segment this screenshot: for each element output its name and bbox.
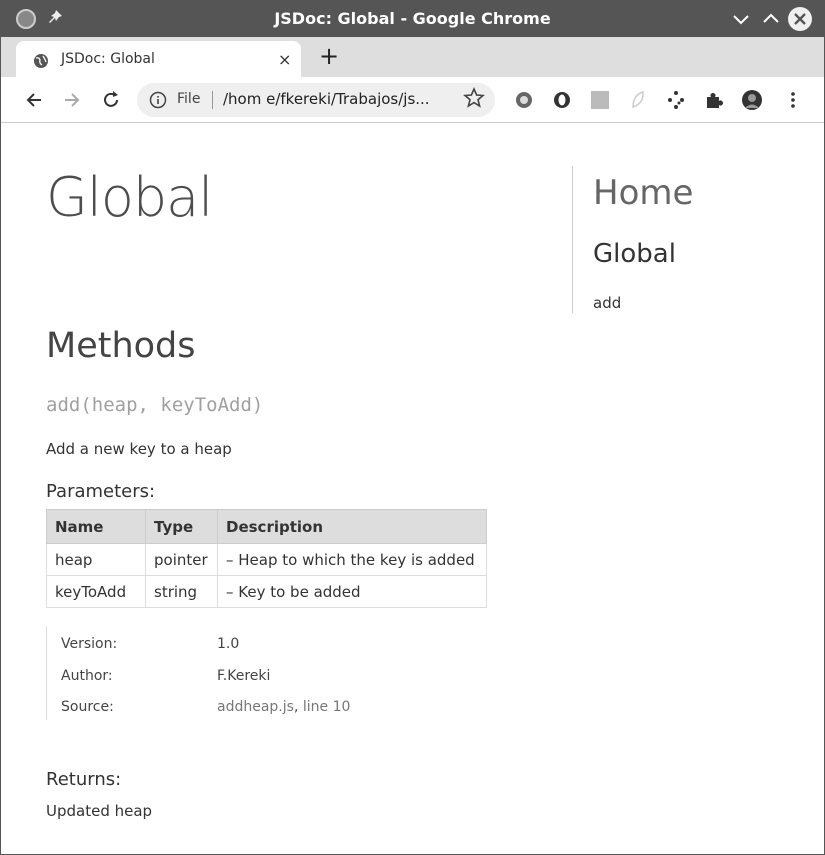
nav-divider [572,166,573,313]
tab-close-icon[interactable]: × [278,50,291,69]
parameters-table: Name Type Description heap pointer – Hea… [46,509,487,608]
profile-avatar[interactable] [741,89,763,111]
version-label: Version: [61,636,118,652]
param-description: – Key to be added [217,575,487,608]
methods-heading: Methods [46,326,196,366]
nav-add-link[interactable]: add [593,294,621,312]
address-bar[interactable]: File /hom e/fkereki/Trabajos/js... [137,83,495,117]
tab-label: JSDoc: Global [61,51,155,67]
param-description: – Heap to which the key is added [217,543,487,576]
param-type: string [145,575,218,608]
tab-jsdoc-global[interactable]: JSDoc: Global × [16,41,301,77]
url-text[interactable]: /hom e/fkereki/Trabajos/js... [223,90,430,108]
table-row: heap pointer – Heap to which the key is … [46,543,487,576]
nav-global-heading: Global [593,239,676,269]
maximize-icon[interactable] [759,7,783,31]
tab-strip: JSDoc: Global × + [1,37,824,77]
extension-square-icon[interactable] [589,89,611,111]
returns-heading: Returns: [46,769,122,790]
author-value: F.Kereki [217,668,271,684]
extension-leaf-icon[interactable] [627,89,649,111]
details-rule [46,626,47,720]
separator [212,91,213,109]
parameters-heading: Parameters: [46,481,156,502]
page-content: Global Home Global add Methods add(heap,… [1,124,824,854]
param-name: keyToAdd [46,575,146,608]
minimize-icon[interactable] [729,7,753,31]
window-title: JSDoc: Global - Google Chrome [274,9,551,28]
browser-window: JSDoc: Global - Google Chrome JSDoc: Glo… [0,0,825,855]
menu-kebab-icon[interactable] [782,89,804,111]
source-line-link[interactable]: line 10 [303,699,351,715]
header-name: Name [46,509,146,544]
globe-icon [34,54,48,68]
forward-icon[interactable] [61,89,83,111]
extension-gear-icon[interactable] [513,89,535,111]
header-type: Type [145,509,218,544]
extension-dots-icon[interactable] [665,89,687,111]
page-title: Global [46,166,213,229]
browser-toolbar: File /hom e/fkereki/Trabajos/js... [1,77,824,123]
table-row: keyToAdd string – Key to be added [46,575,487,608]
new-tab-button[interactable]: + [319,44,339,68]
reload-icon[interactable] [100,89,122,111]
bookmark-star-icon[interactable] [463,87,485,109]
extensions-puzzle-icon[interactable] [703,89,725,111]
method-signature: add(heap, keyToAdd) [46,394,264,416]
info-icon[interactable] [149,91,167,109]
version-value: 1.0 [217,636,240,652]
header-description: Description [217,509,487,544]
param-type: pointer [145,543,218,576]
source-file-link[interactable]: addheap.js [217,699,294,715]
method-description: Add a new key to a heap [46,440,232,458]
file-scheme-label: File [177,91,201,107]
author-label: Author: [61,668,113,684]
nav-home-link[interactable]: Home [593,173,693,213]
source-label: Source: [61,699,114,715]
param-name: heap [46,543,146,576]
returns-description: Updated heap [46,802,153,820]
source-value: addheap.js, line 10 [217,699,351,715]
extension-o-icon[interactable] [551,89,573,111]
back-icon[interactable] [23,89,45,111]
table-header-row: Name Type Description [46,509,487,544]
close-window-icon[interactable] [788,7,812,31]
title-bar: JSDoc: Global - Google Chrome [1,1,824,37]
